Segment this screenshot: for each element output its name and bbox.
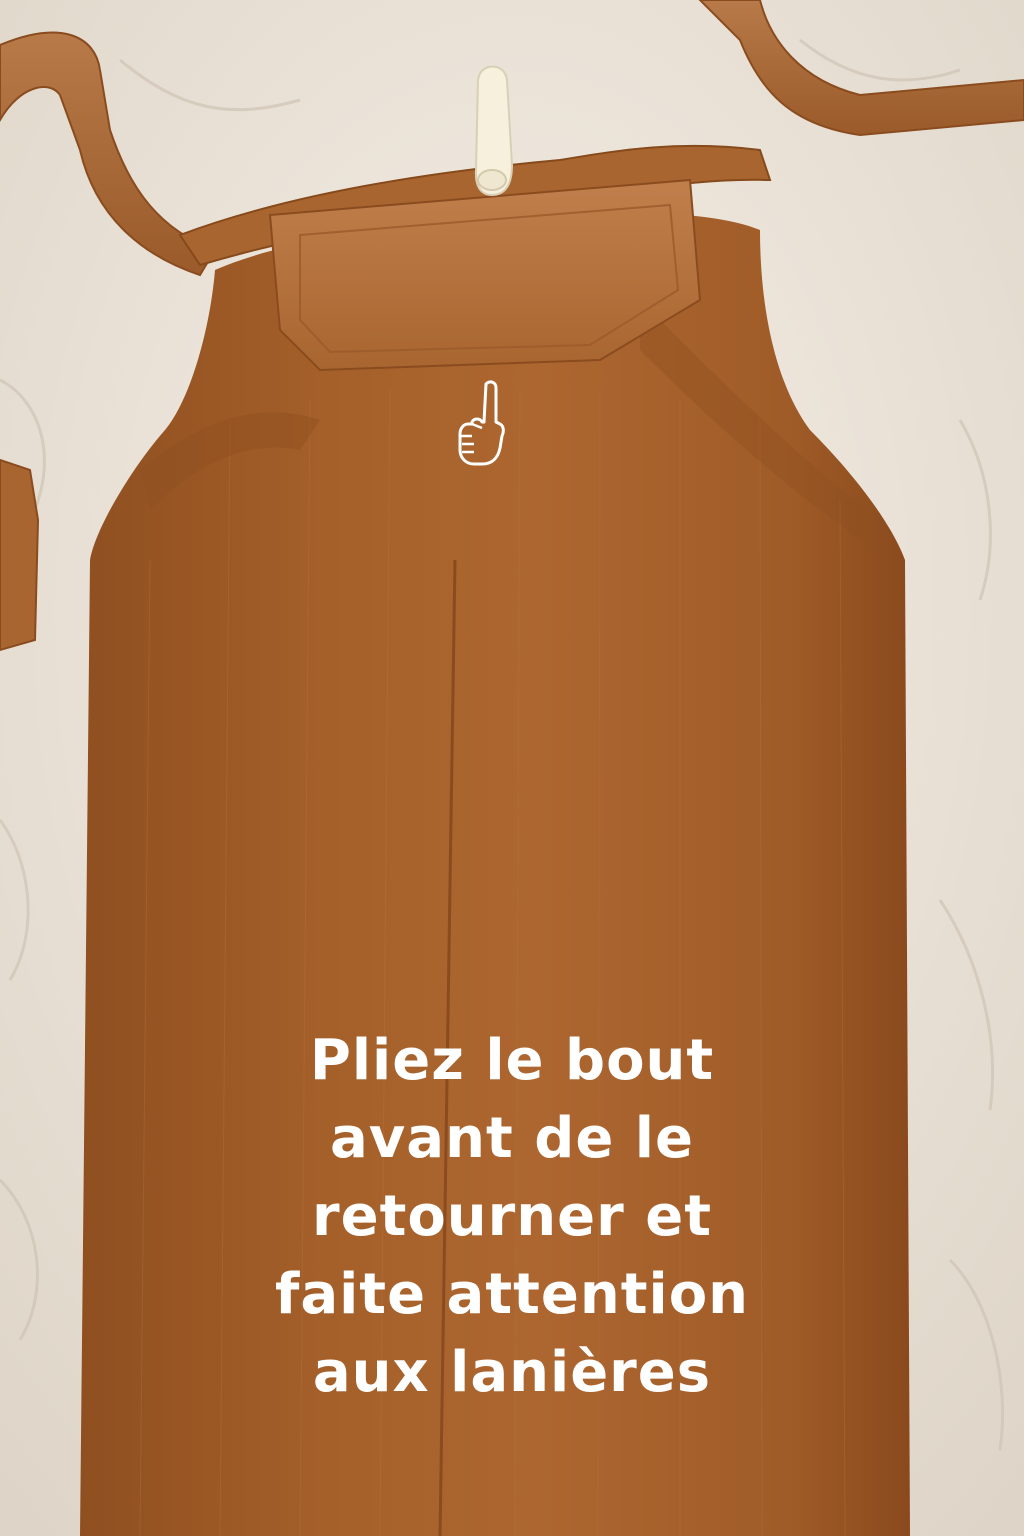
pointing-finger-up-icon [458,380,505,466]
instruction-caption: Pliez le bout avant de le retourner et f… [0,1022,1024,1412]
caption-line-4: faite attention [274,1262,750,1327]
caption-line-1: Pliez le bout [309,1028,715,1093]
caption-line-2: avant de le [330,1106,694,1171]
caption-line-3: retourner et [311,1184,713,1249]
left-edge-strap [0,458,40,652]
caption-line-5: aux lanières [312,1340,712,1405]
hanger-knob [477,169,507,191]
